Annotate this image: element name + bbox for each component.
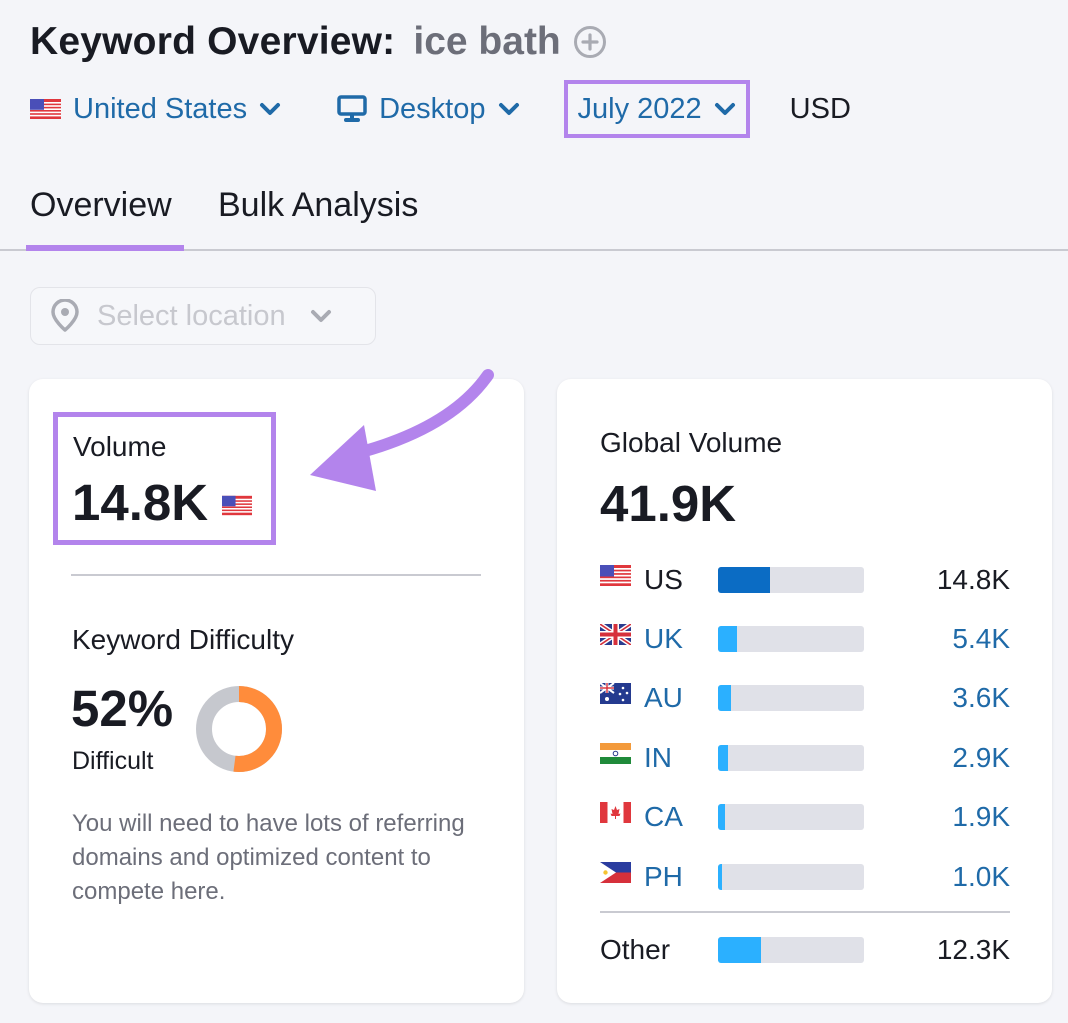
chevron-down-icon — [310, 310, 331, 322]
share-bar-fill — [718, 937, 761, 963]
country-row-ca[interactable]: CA 1.9K — [600, 797, 1010, 837]
share-bar — [718, 804, 864, 830]
keyword-difficulty-label: Keyword Difficulty — [72, 624, 295, 655]
share-bar-fill — [718, 567, 770, 593]
country-volume[interactable]: 2.9K — [952, 742, 1010, 774]
divider — [600, 911, 1010, 913]
chevron-down-icon — [714, 103, 735, 115]
share-bar-fill — [718, 685, 731, 711]
country-volume[interactable]: 1.0K — [952, 861, 1010, 893]
country-row-ph[interactable]: PH 1.0K — [600, 857, 1010, 897]
country-code[interactable]: UK — [644, 623, 683, 655]
share-bar-fill — [718, 626, 737, 652]
country-code[interactable]: PH — [644, 861, 683, 893]
us-flag-icon — [600, 564, 631, 586]
country-volume[interactable]: 1.9K — [952, 801, 1010, 833]
country-volume[interactable]: 3.6K — [952, 682, 1010, 714]
country-code[interactable]: CA — [644, 801, 683, 833]
location-placeholder: Select location — [97, 299, 286, 332]
country-label: United States — [73, 92, 248, 125]
share-bar-fill — [718, 864, 723, 890]
location-pin-icon — [51, 299, 79, 332]
page-header: Keyword Overview: ice bath — [30, 18, 607, 66]
share-bar — [718, 567, 864, 593]
country-dropdown[interactable]: United States — [30, 93, 281, 126]
volume-card: Volume 14.8K Keyword Difficulty 52% Diff… — [29, 379, 524, 1003]
keyword-difficulty-donut — [196, 686, 282, 772]
country-row-us: US 14.8K — [600, 560, 1010, 600]
chevron-down-icon — [260, 103, 281, 115]
global-volume-value: 41.9K — [600, 475, 737, 532]
date-dropdown[interactable]: July 2022 — [563, 80, 750, 138]
date-label: July 2022 — [577, 92, 702, 125]
country-row-in[interactable]: IN 2.9K — [600, 738, 1010, 778]
other-label: Other — [600, 934, 671, 965]
currency-label: USD — [789, 92, 851, 125]
share-bar-fill — [718, 804, 725, 830]
tab-overview[interactable]: Overview — [30, 186, 172, 225]
share-bar — [718, 745, 864, 771]
volume-label: Volume — [73, 431, 167, 462]
active-tab-indicator — [26, 245, 184, 251]
chevron-down-icon — [498, 103, 519, 115]
country-row-other: Other 12.3K — [600, 930, 1010, 970]
volume-highlight-box: Volume 14.8K — [53, 412, 276, 545]
country-row-au[interactable]: AU 3.6K — [600, 678, 1010, 718]
other-volume: 12.3K — [936, 934, 1010, 965]
us-flag-icon — [30, 99, 61, 119]
global-volume-label: Global Volume — [600, 427, 783, 458]
share-bar — [718, 864, 864, 890]
keyword-difficulty-description: You will need to have lots of referring … — [72, 810, 465, 905]
uk-flag-icon — [600, 623, 631, 645]
global-volume-card: Global Volume 41.9K US 14.8K UK 5.4K AU … — [557, 379, 1052, 1003]
country-volume[interactable]: 5.4K — [952, 623, 1010, 655]
page-title: Keyword Overview: — [30, 20, 396, 63]
country-code: US — [644, 564, 683, 595]
country-code[interactable]: IN — [644, 742, 672, 774]
tab-bar: Overview Bulk Analysis — [0, 178, 1068, 251]
country-row-uk[interactable]: UK 5.4K — [600, 619, 1010, 659]
keyword-difficulty-level: Difficult — [72, 747, 154, 775]
country-code[interactable]: AU — [644, 682, 683, 714]
us-flag-icon — [222, 495, 253, 516]
au-flag-icon — [600, 682, 631, 704]
tab-bulk-analysis[interactable]: Bulk Analysis — [218, 186, 418, 225]
ph-flag-icon — [600, 861, 631, 883]
ca-flag-icon — [600, 801, 631, 823]
in-flag-icon — [600, 742, 631, 764]
volume-value-row: 14.8K — [72, 473, 253, 532]
device-label: Desktop — [379, 92, 486, 125]
location-select[interactable]: Select location — [30, 287, 376, 345]
share-bar-fill — [718, 745, 729, 771]
filter-bar: United States Desktop July 2022 USD — [30, 80, 851, 138]
keyword-difficulty-value: 52% — [71, 680, 174, 737]
divider — [71, 574, 481, 576]
monitor-icon — [337, 95, 367, 122]
device-dropdown[interactable]: Desktop — [337, 93, 519, 126]
share-bar — [718, 685, 864, 711]
country-volume: 14.8K — [936, 564, 1010, 595]
keyword-text: ice bath — [413, 20, 561, 63]
share-bar — [718, 626, 864, 652]
share-bar — [718, 937, 864, 963]
volume-value: 14.8K — [72, 474, 209, 531]
plus-circle-icon[interactable] — [573, 25, 607, 59]
